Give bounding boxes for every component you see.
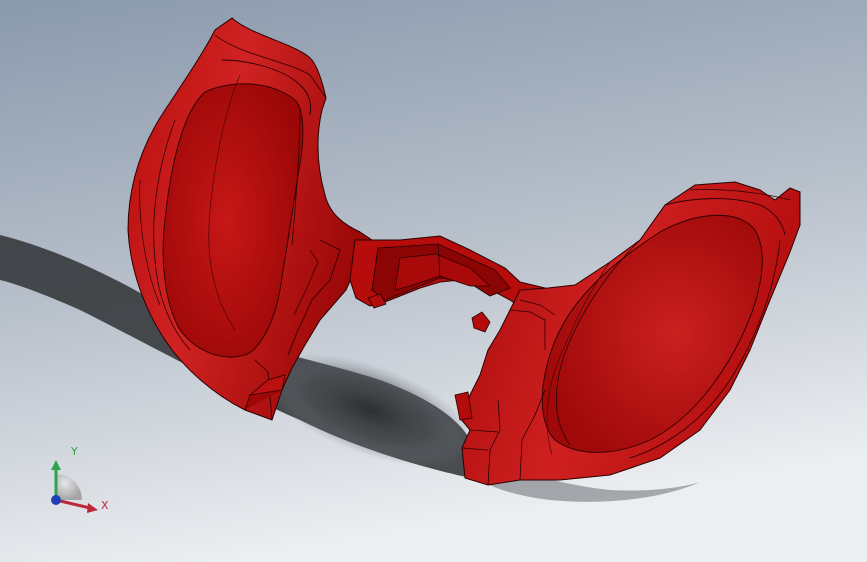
triad-plane-icon [56, 474, 82, 500]
y-axis-label: Y [71, 445, 78, 458]
graphics-viewport[interactable]: Y X [0, 0, 867, 562]
x-axis-arrow [55, 498, 91, 510]
y-axis-arrowhead-icon [51, 460, 61, 470]
z-axis-dot-icon [51, 495, 61, 505]
x-axis-arrowhead-icon [87, 503, 98, 513]
model-scene[interactable] [0, 0, 867, 562]
x-axis-label: X [101, 499, 109, 512]
coordinate-triad[interactable]: Y X [40, 440, 120, 520]
